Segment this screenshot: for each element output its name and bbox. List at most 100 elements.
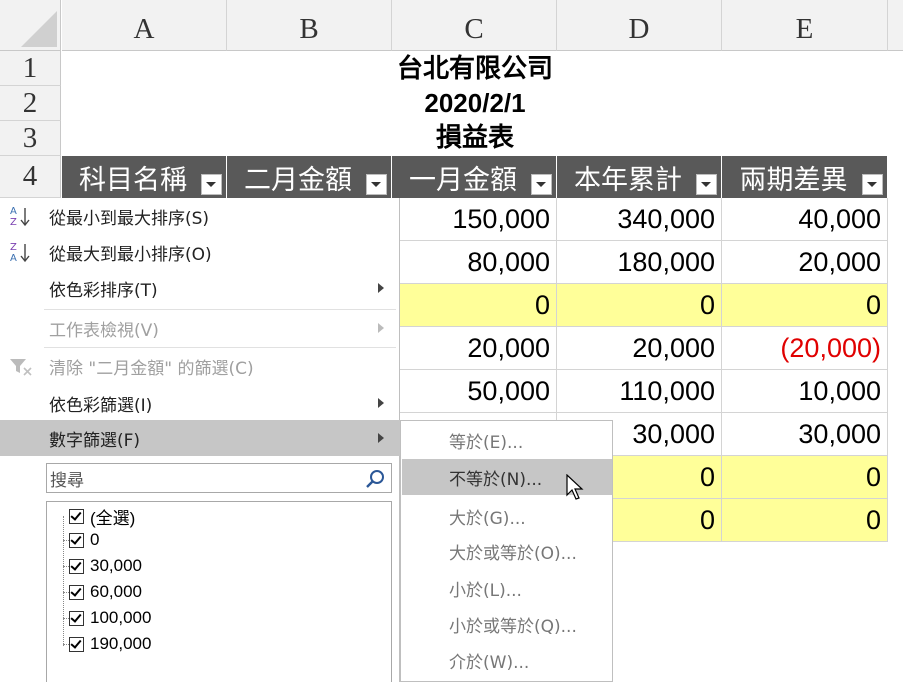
column-header-d[interactable]: D — [557, 0, 722, 51]
header-ytd: 本年累計 — [557, 156, 722, 198]
header-label: 二月金額 — [244, 164, 352, 195]
cell-e[interactable]: 0 — [722, 499, 888, 542]
menu-item-label: 依色彩排序(T) — [49, 280, 158, 301]
svg-text:Z: Z — [10, 217, 17, 228]
number-filters-submenu: 等於(E)... 不等於(N)... 大於(G)... 大於或等於(O)... … — [400, 420, 613, 682]
header-label: 本年累計 — [574, 164, 682, 195]
search-placeholder: 搜尋 — [50, 470, 84, 490]
cell-e[interactable]: 0 — [722, 456, 888, 499]
filter-by-color-item[interactable]: 依色彩篩選(I) — [0, 385, 400, 421]
cell-e[interactable]: (20,000) — [722, 327, 888, 370]
cell-e[interactable]: 0 — [722, 284, 888, 327]
cell-e[interactable]: 20,000 — [722, 241, 888, 284]
submenu-arrow-icon — [378, 283, 384, 293]
filter-dropdown-button[interactable] — [531, 174, 552, 195]
sort-descending-item[interactable]: ZA 從最大到最小排序(O) — [0, 234, 400, 270]
tree-line — [63, 516, 64, 646]
cell-e[interactable]: 30,000 — [722, 413, 888, 456]
cell-c[interactable]: 150,000 — [392, 198, 557, 241]
header-feb-amount: 二月金額 — [227, 156, 392, 198]
menu-item-label: 從最大到最小排序(O) — [49, 244, 212, 265]
row-header-2[interactable]: 2 — [0, 86, 61, 121]
select-all-corner[interactable] — [0, 0, 61, 51]
checkbox-label: 30,000 — [90, 556, 142, 575]
submenu-arrow-icon — [378, 433, 384, 443]
row-header-3[interactable]: 3 — [0, 121, 61, 156]
report-date: 2020/2/1 — [424, 88, 526, 118]
menu-item-label: 依色彩篩選(I) — [49, 395, 153, 416]
checkbox-value[interactable]: 30,000 — [69, 554, 142, 578]
sort-ascending-item[interactable]: AZ 從最小到最大排序(S) — [0, 198, 400, 234]
header-label: 科目名稱 — [79, 164, 187, 195]
cell-d[interactable]: 180,000 — [557, 241, 722, 284]
cell-c[interactable]: 0 — [392, 284, 557, 327]
cell-c[interactable]: 80,000 — [392, 241, 557, 284]
filter-greater-or-equal-item[interactable]: 大於或等於(O)... — [402, 533, 612, 569]
sort-descending-icon: ZA — [8, 240, 34, 264]
cell-d[interactable]: 340,000 — [557, 198, 722, 241]
filter-less-or-equal-item[interactable]: 小於或等於(Q)... — [402, 606, 612, 642]
sort-ascending-icon: AZ — [8, 204, 34, 228]
checkbox-value[interactable]: 60,000 — [69, 580, 142, 604]
column-header-f[interactable] — [888, 0, 903, 51]
search-icon — [365, 468, 387, 490]
checkbox-value[interactable]: 190,000 — [69, 632, 151, 656]
filter-less-than-item[interactable]: 小於(L)... — [402, 570, 612, 606]
cell-c[interactable]: 20,000 — [392, 327, 557, 370]
checkbox-label: 0 — [90, 530, 100, 549]
header-difference: 兩期差異 — [722, 156, 888, 198]
header-account-name: 科目名稱 — [62, 156, 227, 198]
checkbox-label: (全選) — [90, 508, 136, 528]
checkbox[interactable] — [69, 532, 84, 548]
clear-filter-icon — [8, 354, 34, 378]
checkbox-select-all[interactable]: (全選) — [69, 504, 135, 528]
checkbox[interactable] — [69, 584, 84, 600]
filter-dropdown-button[interactable] — [366, 174, 387, 195]
clear-filter-item: 清除 "二月金額" 的篩選(C) — [0, 348, 400, 384]
filter-dropdown-button[interactable] — [201, 174, 222, 195]
checkbox-label: 60,000 — [90, 582, 142, 601]
checkbox-label: 190,000 — [90, 634, 152, 653]
filter-between-item[interactable]: 介於(W)... — [402, 642, 612, 678]
checkbox[interactable] — [69, 508, 84, 524]
svg-text:Z: Z — [10, 242, 17, 253]
menu-item-label: 數字篩選(F) — [49, 430, 141, 451]
company-name: 台北有限公司 — [396, 53, 553, 83]
cell-d[interactable]: 0 — [557, 284, 722, 327]
svg-text:A: A — [10, 206, 17, 217]
cell-e[interactable]: 10,000 — [722, 370, 888, 413]
cell-e[interactable]: 40,000 — [722, 198, 888, 241]
checkbox-value[interactable]: 100,000 — [69, 606, 151, 630]
report-title: 損益表 — [435, 122, 514, 152]
sort-by-color-item[interactable]: 依色彩排序(T) — [0, 270, 400, 306]
row-header-4[interactable]: 4 — [0, 156, 61, 198]
cell-c[interactable]: 50,000 — [392, 370, 557, 413]
column-header-a[interactable]: A — [62, 0, 227, 51]
column-header-e[interactable]: E — [722, 0, 888, 51]
checkbox[interactable] — [69, 610, 84, 626]
filter-dropdown-button[interactable] — [696, 174, 717, 195]
header-label: 一月金額 — [409, 164, 517, 195]
checkbox-value[interactable]: 0 — [69, 528, 99, 552]
cell-d[interactable]: 20,000 — [557, 327, 722, 370]
filter-dropdown-button[interactable] — [862, 174, 883, 195]
number-filters-item[interactable]: 數字篩選(F) — [0, 420, 400, 456]
submenu-arrow-icon — [378, 398, 384, 408]
filter-equals-item[interactable]: 等於(E)... — [402, 422, 612, 458]
submenu-arrow-icon — [378, 323, 384, 333]
column-header-c[interactable]: C — [392, 0, 557, 51]
menu-item-label: 從最小到最大排序(S) — [49, 208, 210, 229]
checkbox[interactable] — [69, 558, 84, 574]
row-header-1[interactable]: 1 — [0, 51, 61, 86]
cell-d[interactable]: 110,000 — [557, 370, 722, 413]
column-header-b[interactable]: B — [227, 0, 392, 51]
filter-greater-than-item[interactable]: 大於(G)... — [402, 498, 612, 534]
header-jan-amount: 一月金額 — [392, 156, 557, 198]
mouse-pointer-icon — [566, 473, 586, 502]
svg-text:A: A — [10, 253, 17, 264]
menu-item-label: 工作表檢視(V) — [49, 320, 159, 341]
filter-search-input[interactable]: 搜尋 — [46, 463, 392, 493]
header-label: 兩期差異 — [739, 164, 848, 195]
checkbox[interactable] — [69, 636, 84, 652]
menu-item-label: 清除 "二月金額" 的篩選(C) — [49, 358, 254, 379]
